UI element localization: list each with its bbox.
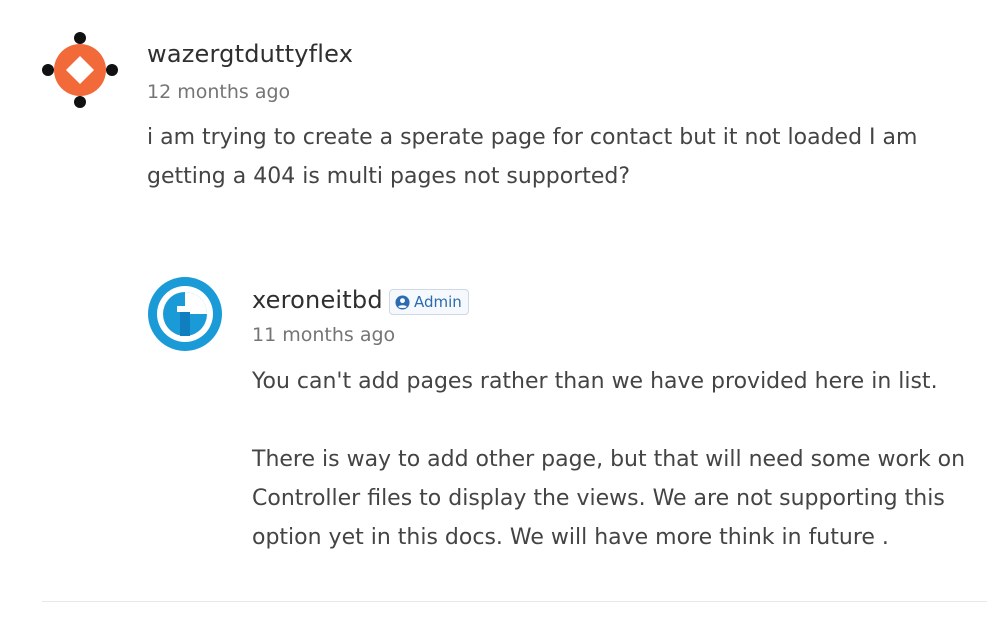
admin-badge: Admin [389, 289, 469, 315]
comment-body: i am trying to create a sperate page for… [147, 118, 947, 196]
avatar[interactable] [40, 30, 120, 110]
orange-network-logo-icon [42, 32, 118, 108]
comment-paragraph: i am trying to create a sperate page for… [147, 125, 918, 189]
comment-author[interactable]: wazergtduttyflex [147, 40, 353, 68]
divider [42, 601, 987, 602]
reply-author[interactable]: xeroneitbd [252, 286, 383, 314]
avatar[interactable] [147, 276, 223, 352]
reply-timestamp[interactable]: 11 months ago [252, 324, 395, 346]
user-circle-icon [395, 294, 410, 310]
comment-timestamp[interactable]: 12 months ago [147, 81, 290, 103]
reply-paragraph: There is way to add other page, but that… [252, 447, 966, 550]
blue-circle-logo-icon [148, 277, 222, 351]
reply-body: You can't add pages rather than we have … [252, 362, 972, 557]
admin-badge-label: Admin [414, 293, 462, 311]
reply-paragraph: You can't add pages rather than we have … [252, 369, 938, 394]
